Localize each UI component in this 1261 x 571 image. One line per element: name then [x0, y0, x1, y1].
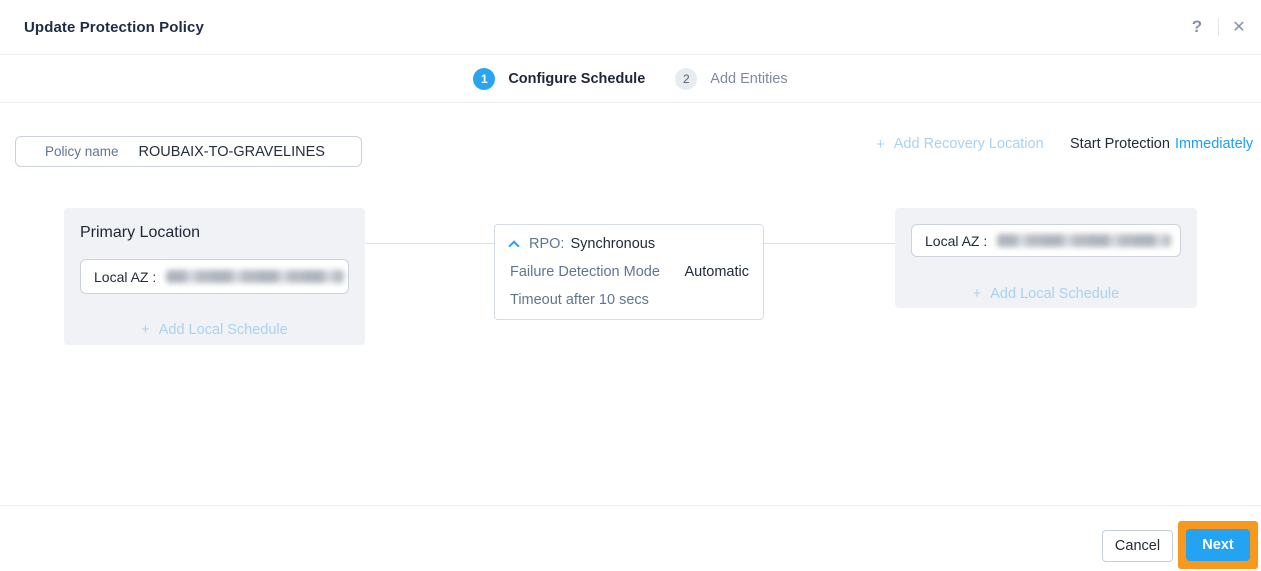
recovery-local-az-label: Local AZ :	[925, 233, 987, 249]
recovery-add-local-schedule-button[interactable]: + Add Local Schedule	[895, 286, 1197, 302]
failure-detection-label: Failure Detection Mode	[510, 264, 660, 280]
start-protection-setting: Start Protection Immediately	[1070, 134, 1253, 154]
rpo-value: Synchronous	[570, 236, 655, 252]
start-protection-label: Start Protection	[1070, 136, 1170, 152]
dialog-titlebar: Update Protection Policy ? ✕	[0, 0, 1261, 55]
redacted-az-value	[166, 270, 344, 283]
add-local-schedule-label: Add Local Schedule	[159, 322, 288, 338]
recovery-local-az-field[interactable]: Local AZ :	[911, 224, 1181, 257]
next-button[interactable]: Next	[1186, 529, 1250, 561]
recovery-location-card: Local AZ : + Add Local Schedule	[895, 208, 1197, 308]
step-configure-schedule[interactable]: 1 Configure Schedule	[473, 68, 645, 90]
step-2-label: Add Entities	[710, 71, 787, 87]
primary-location-title: Primary Location	[80, 224, 200, 242]
policy-name-value: ROUBAIX-TO-GRAVELINES	[139, 144, 325, 160]
step-add-entities[interactable]: 2 Add Entities	[675, 68, 787, 90]
connector-line-left	[365, 243, 494, 244]
primary-add-local-schedule-button[interactable]: + Add Local Schedule	[64, 322, 365, 338]
primary-local-az-label: Local AZ :	[94, 269, 156, 285]
step-1-label: Configure Schedule	[508, 71, 645, 87]
policy-name-label: Policy name	[45, 144, 119, 159]
add-recovery-location-label: Add Recovery Location	[894, 136, 1044, 152]
dialog-footer: Cancel Next	[0, 505, 1261, 571]
rpo-settings-panel: RPO: Synchronous Failure Detection Mode …	[494, 224, 764, 320]
step-2-badge: 2	[675, 68, 697, 90]
rpo-label: RPO:	[529, 236, 564, 252]
policy-name-field[interactable]: Policy name ROUBAIX-TO-GRAVELINES	[15, 136, 362, 167]
close-icon[interactable]: ✕	[1226, 14, 1252, 40]
redacted-az-value	[997, 234, 1171, 247]
rpo-row: RPO: Synchronous	[495, 231, 763, 257]
failure-detection-value: Automatic	[685, 264, 749, 280]
add-recovery-location-button[interactable]: + Add Recovery Location	[876, 134, 1044, 154]
timeout-row: Timeout after 10 secs	[495, 287, 763, 313]
plus-icon: +	[973, 286, 981, 302]
add-local-schedule-label: Add Local Schedule	[990, 286, 1119, 302]
timeout-text: Timeout after 10 secs	[510, 292, 649, 308]
action-highlight-box: Next	[1178, 521, 1258, 569]
header-divider	[1218, 18, 1219, 36]
cancel-button[interactable]: Cancel	[1102, 530, 1173, 562]
page-title: Update Protection Policy	[24, 0, 204, 55]
plus-icon: +	[141, 322, 149, 338]
start-protection-value-link[interactable]: Immediately	[1175, 136, 1253, 152]
primary-location-card: Primary Location Local AZ : + Add Local …	[64, 208, 365, 345]
primary-local-az-field[interactable]: Local AZ :	[80, 259, 349, 294]
wizard-stepper: 1 Configure Schedule 2 Add Entities	[0, 55, 1261, 103]
step-1-badge: 1	[473, 68, 495, 90]
failure-detection-row: Failure Detection Mode Automatic	[495, 259, 763, 285]
help-icon[interactable]: ?	[1184, 14, 1210, 40]
plus-icon: +	[876, 136, 885, 153]
connector-line-right	[764, 243, 911, 244]
chevron-up-icon[interactable]	[508, 240, 519, 251]
